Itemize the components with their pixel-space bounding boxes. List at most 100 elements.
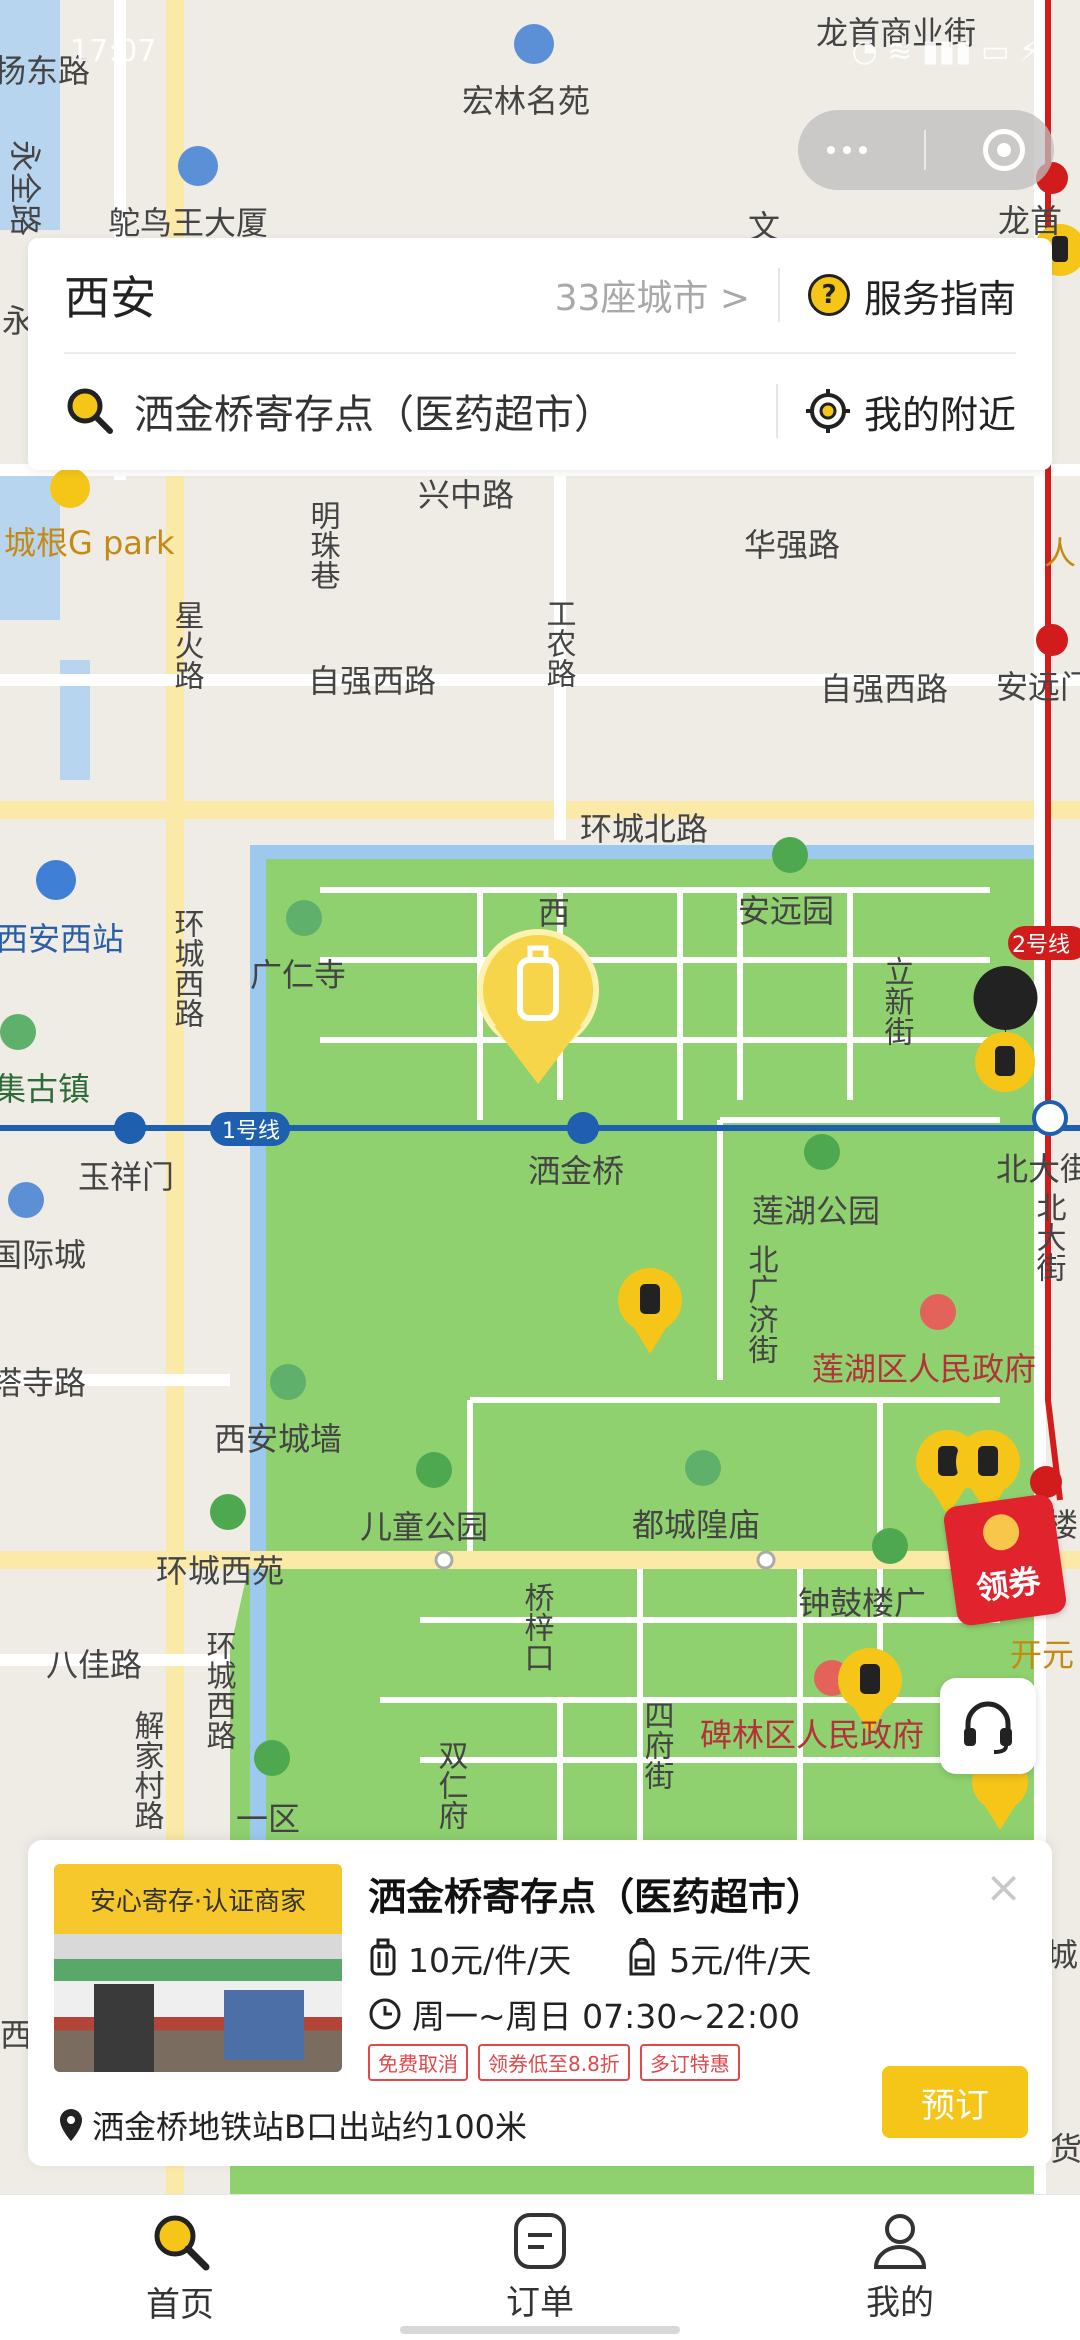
headset-icon	[964, 1701, 1012, 1754]
business-hours: 周一~周日 07:30~22:00	[412, 1997, 800, 2036]
suitcase-icon	[370, 1938, 396, 1976]
map-label: 钟鼓楼广	[798, 1584, 926, 1622]
search-row: 洒金桥寄存点（医药超市） 我的附近	[28, 354, 1052, 468]
map-label: 莲湖区人民政府	[812, 1350, 1036, 1388]
map-label: 华强路	[744, 526, 840, 564]
location-pin-icon	[60, 2109, 82, 2141]
map-label: 永全路	[6, 140, 44, 236]
map-label: 环城西路	[201, 1630, 236, 1750]
map-label: 2号线	[1012, 933, 1070, 958]
map-label: 兴中路	[418, 476, 514, 514]
promo-tags: 免费取消 领券低至8.8折 多订特惠	[368, 2044, 740, 2081]
map-label: 莲湖公园	[752, 1192, 880, 1230]
search-input[interactable]: 洒金桥寄存点（医药超市）	[134, 382, 748, 440]
bag-price: 5元/件/天	[669, 1941, 812, 1980]
map-label: 安远门	[996, 668, 1080, 706]
service-guide-button[interactable]: ? 服务指南	[807, 268, 1016, 323]
coupon-button[interactable]: 领券	[942, 1492, 1068, 1628]
status-time: 17:07	[70, 33, 157, 69]
store-title: 洒金桥寄存点（医药超市）	[368, 1875, 825, 1919]
status-bar: 17:07 ◔ ≋ ▮▮▮ ▭ ⚡	[70, 26, 1040, 76]
map-label: 星火路	[169, 600, 204, 690]
tab-mine-label: 我的	[866, 2283, 934, 2323]
map-label: 工农路	[541, 598, 577, 688]
book-button[interactable]: 预订	[882, 2066, 1028, 2138]
map-label: 宏林名苑	[462, 82, 590, 120]
map-label: 自强西路	[820, 670, 948, 708]
map-label: 八佳路	[46, 1646, 142, 1684]
map-label: 1号线	[222, 1119, 280, 1144]
status-icons: ◔ ≋ ▮▮▮ ▭ ⚡	[851, 33, 1040, 69]
map-label: 环城北路	[580, 810, 708, 848]
close-card-button[interactable]: ×	[985, 1866, 1022, 1910]
more-icon[interactable]	[826, 146, 867, 154]
promo-tag: 领券低至8.8折	[478, 2044, 630, 2081]
map-label: 西安西站	[0, 920, 124, 958]
map-label: 立新街	[879, 956, 915, 1046]
store-photo[interactable]: 安心寄存·认证商家	[54, 1864, 342, 2072]
map-label: 国际城	[0, 1236, 86, 1274]
map-label: 环城西路	[169, 908, 204, 1028]
bottom-tab-bar: 首页 订单 我的	[0, 2194, 1080, 2340]
map-label: 广仁寺	[250, 956, 346, 994]
miniapp-capsule[interactable]	[798, 110, 1054, 190]
map-label: 桥梓口	[519, 1582, 555, 1672]
order-list-icon	[514, 2213, 566, 2269]
map-label: 玉祥门	[78, 1158, 174, 1196]
map-label: 西安城墙	[214, 1420, 342, 1458]
map-label: 四府街	[639, 1700, 675, 1790]
close-miniapp-icon[interactable]	[983, 129, 1026, 171]
tab-orders[interactable]: 订单	[360, 2195, 720, 2340]
map-label: 北大街	[996, 1150, 1080, 1188]
current-city[interactable]: 西安	[64, 262, 156, 328]
map-label: 解家村路	[129, 1710, 165, 1830]
coupon-seal-icon	[980, 1511, 1022, 1553]
address-row: 洒金桥地铁站B口出站约100米	[58, 2102, 527, 2148]
map-label: 自强西路	[308, 662, 436, 700]
price-row: 10元/件/天 5元/件/天	[368, 1934, 811, 1982]
map-label: 开元	[1010, 1636, 1074, 1674]
tab-orders-label: 订单	[506, 2283, 574, 2323]
city-list-link[interactable]: 33座城市 >	[555, 269, 750, 321]
map-label: 明珠巷	[305, 500, 341, 590]
locate-icon	[805, 389, 850, 433]
promo-tag: 免费取消	[368, 2044, 468, 2081]
map-label: 人	[1044, 534, 1076, 572]
nearby-button[interactable]: 我的附近	[805, 384, 1016, 439]
city-row: 西安 33座城市 > ? 服务指南	[64, 238, 1016, 354]
user-icon	[873, 2214, 927, 2269]
coupon-label: 领券	[974, 1561, 1043, 1609]
map-label: 北广济街	[743, 1244, 779, 1364]
home-indicator	[400, 2326, 680, 2334]
search-home-icon	[154, 2215, 210, 2271]
nearby-label: 我的附近	[863, 392, 1016, 437]
store-card[interactable]: 安心寄存·认证商家 洒金桥寄存点（医药超市） × 10元/件/天 5元/件/天 …	[28, 1840, 1052, 2166]
map-label: 洒金桥	[528, 1152, 624, 1190]
tab-mine[interactable]: 我的	[720, 2195, 1080, 2340]
map-label: 塔寺路	[0, 1364, 86, 1402]
customer-service-button[interactable]	[940, 1678, 1036, 1774]
map-label: 碑林区人民政府	[700, 1716, 924, 1754]
luggage-price: 10元/件/天	[408, 1941, 572, 1980]
promo-tag: 多订特惠	[639, 2044, 740, 2081]
map-label: 货	[1050, 2130, 1080, 2168]
question-icon: ?	[807, 274, 850, 316]
map-label: 鸵鸟王大厦	[108, 204, 268, 242]
clock-icon	[369, 1998, 401, 2030]
certified-badge: 安心寄存·认证商家	[54, 1864, 342, 1934]
map-label: 西	[538, 894, 570, 932]
storefront-image	[54, 1934, 342, 2072]
hours-row: 周一~周日 07:30~22:00	[368, 1990, 800, 2038]
map-label: 都城隍庙	[632, 1506, 760, 1544]
map-label: 龙首	[998, 202, 1062, 240]
tab-home[interactable]: 首页	[0, 2195, 360, 2340]
service-guide-label: 服务指南	[863, 276, 1016, 321]
map-label: 环城西苑	[156, 1552, 284, 1590]
divider	[777, 268, 780, 322]
divider	[775, 384, 778, 438]
search-card: 西安 33座城市 > ? 服务指南 洒金桥寄存点（医药超市） 我的附近	[28, 238, 1052, 470]
map-label: 安远园	[738, 892, 834, 930]
map-label: 双仁府	[433, 1740, 468, 1830]
map-label: 北大街	[1031, 1192, 1067, 1282]
map-label: 儿童公园	[360, 1508, 488, 1546]
